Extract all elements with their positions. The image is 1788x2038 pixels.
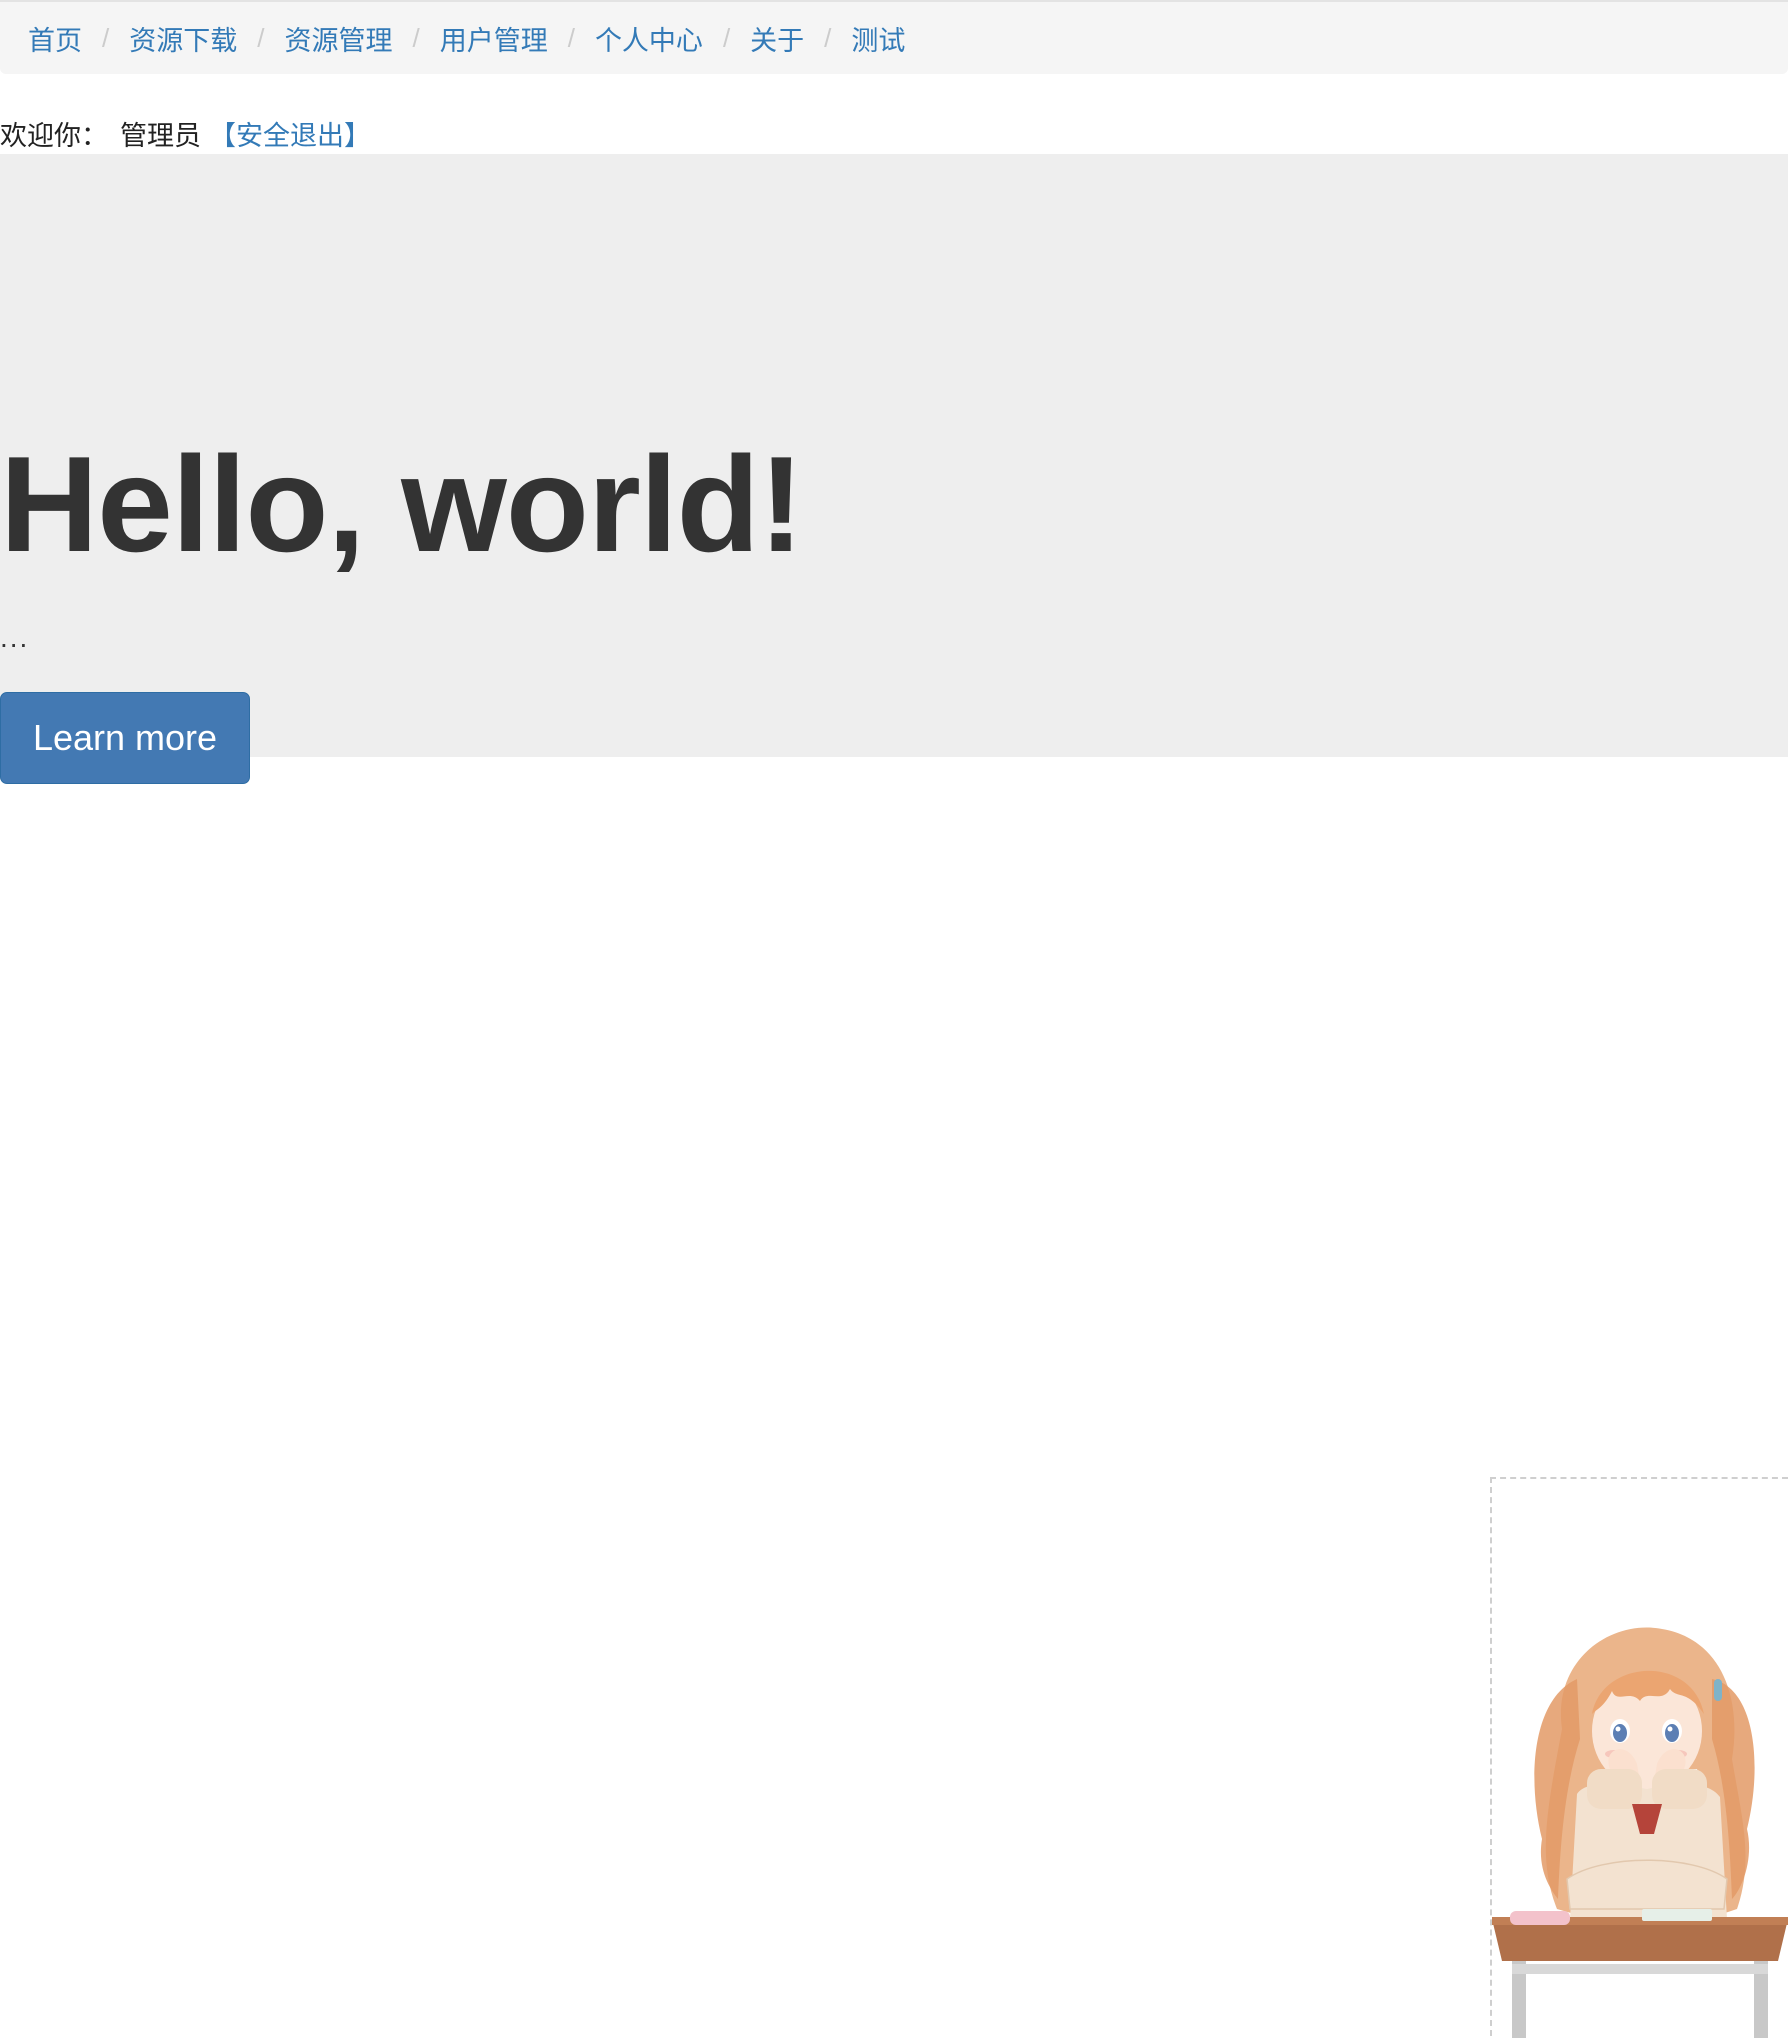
- breadcrumb-separator: /: [412, 22, 420, 53]
- logout-link[interactable]: 【安全退出】: [209, 114, 371, 153]
- mascot-widget[interactable]: [1490, 1477, 1788, 2038]
- breadcrumb-separator: /: [257, 22, 265, 53]
- breadcrumb-item-about[interactable]: 关于: [750, 19, 804, 58]
- breadcrumb-separator: /: [567, 22, 575, 53]
- breadcrumb-item-resource-download[interactable]: 资源下载: [129, 19, 237, 58]
- breadcrumb-separator: /: [722, 22, 731, 53]
- breadcrumb-separator: /: [102, 22, 110, 53]
- breadcrumb-item-resource-management[interactable]: 资源管理: [284, 19, 392, 58]
- page-title: Hello, world!: [0, 428, 804, 580]
- welcome-bar: 欢迎你： 管理员 【安全退出】: [0, 113, 371, 153]
- anime-girl-at-desk-illustration-icon: [1492, 1627, 1788, 2038]
- breadcrumb-item-user-management[interactable]: 用户管理: [440, 19, 548, 58]
- breadcrumb-item-test[interactable]: 测试: [851, 19, 905, 58]
- welcome-prefix: 欢迎你：: [0, 120, 108, 151]
- breadcrumb-item-home[interactable]: 首页: [28, 19, 82, 58]
- breadcrumb-separator: /: [824, 22, 832, 53]
- learn-more-button[interactable]: Learn more: [0, 692, 250, 784]
- jumbotron: Hello, world! ... Learn more: [0, 154, 1788, 784]
- lead-text: ...: [0, 622, 30, 653]
- breadcrumb-item-personal-center[interactable]: 个人中心: [595, 19, 703, 58]
- welcome-username: 管理员: [120, 120, 201, 151]
- breadcrumb: 首页 / 资源下载 / 资源管理 / 用户管理 / 个人中心 / 关于 / 测试: [0, 0, 1788, 74]
